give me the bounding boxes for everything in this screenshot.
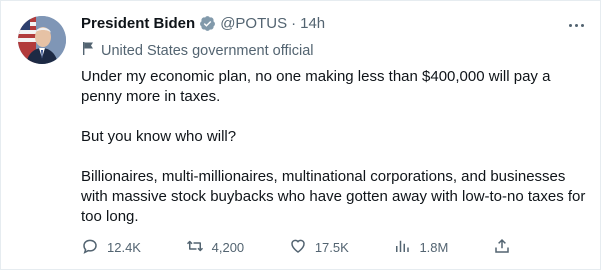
more-icon[interactable]: [569, 15, 584, 35]
reply-icon: [81, 237, 99, 258]
action-bar: 12.4K 4,200 17.5K 1.8M: [81, 237, 511, 258]
separator-dot: ·: [291, 15, 297, 32]
like-icon: [289, 237, 307, 258]
reply-button[interactable]: 12.4K: [81, 237, 141, 258]
retweet-icon: [186, 237, 204, 258]
tweet-paragraph: Billionaires, multi-millionaires, multin…: [81, 168, 586, 225]
tweet-header: President Biden @POTUS · 14h: [81, 15, 325, 32]
views-button[interactable]: 1.8M: [393, 237, 448, 258]
reply-count: 12.4K: [107, 240, 141, 255]
tweet-card[interactable]: President Biden @POTUS · 14h United Stat…: [0, 0, 601, 270]
tweet-timestamp[interactable]: 14h: [300, 15, 325, 32]
author-name[interactable]: President Biden: [81, 15, 195, 32]
share-button[interactable]: [493, 237, 511, 258]
tweet-paragraph: Under my economic plan, no one making le…: [81, 68, 551, 105]
like-count: 17.5K: [314, 240, 349, 255]
account-label[interactable]: United States government official: [81, 41, 314, 60]
account-label-text: United States government official: [101, 42, 314, 59]
views-icon: [393, 237, 411, 258]
tweet-paragraph: But you know who will?: [81, 128, 237, 145]
verified-badge-icon[interactable]: [199, 15, 216, 32]
avatar-image: [18, 16, 66, 64]
views-count: 1.8M: [419, 240, 449, 255]
share-icon: [493, 237, 511, 258]
tweet-text: Under my economic plan, no one making le…: [81, 67, 586, 227]
retweet-button[interactable]: 4,200: [186, 237, 245, 258]
avatar[interactable]: [18, 16, 66, 64]
flag-icon: [81, 41, 95, 60]
retweet-count: 4,200: [211, 240, 245, 255]
author-handle[interactable]: @POTUS: [220, 15, 287, 32]
like-button[interactable]: 17.5K: [289, 237, 349, 258]
